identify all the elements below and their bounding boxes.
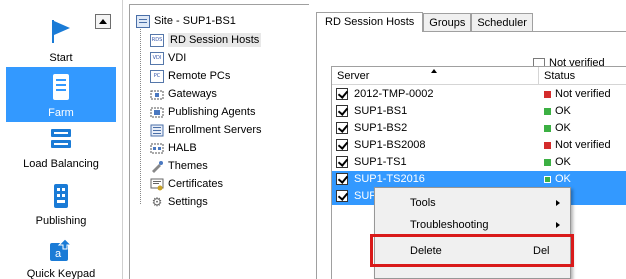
tree-root-label: Site - SUP1-BS1 (154, 15, 236, 27)
nav-publishing[interactable]: Publishing (6, 183, 116, 231)
certificate-icon (150, 178, 164, 190)
table-row[interactable]: SUP1-BS1 OK (332, 103, 626, 120)
row-checkbox[interactable] (336, 122, 348, 134)
nav-quick-keypad[interactable]: a Quick Keypad (6, 238, 116, 279)
row-checkbox[interactable] (336, 105, 348, 117)
nav-start-label: Start (49, 52, 73, 64)
tree-item-label: Settings (168, 196, 208, 208)
table-row[interactable]: SUP1-BS2 OK (332, 120, 626, 137)
table-row[interactable]: 2012-TMP-0002 Not verified (332, 86, 626, 103)
gear-icon: ⚙ (151, 194, 163, 209)
row-checkbox[interactable] (336, 156, 348, 168)
submenu-arrow-icon (556, 222, 560, 228)
tab-rd-session-hosts[interactable]: RD Session Hosts (316, 12, 424, 32)
column-header-status[interactable]: Status (540, 67, 575, 85)
status-ok-icon (544, 108, 551, 115)
status-ok-icon (544, 125, 551, 132)
left-nav: Start Farm Load Balancing Publishing a Q… (0, 0, 123, 279)
tab-scheduler[interactable]: Scheduler (471, 13, 533, 32)
status-error-icon (544, 142, 551, 149)
themes-icon (152, 160, 163, 173)
tree-item-remote-pcs[interactable]: PC Remote PCs (150, 67, 230, 85)
load-balancing-icon (51, 129, 71, 148)
tree-connector (140, 22, 141, 204)
tree-item-certificates[interactable]: Certificates (150, 175, 223, 193)
tree-item-label: Remote PCs (168, 70, 231, 82)
nav-start[interactable]: Start (6, 18, 116, 66)
server-name: SUP1-TS2016 (354, 173, 425, 185)
nav-load-balancing-label: Load Balancing (23, 158, 99, 170)
enrollment-server-icon (150, 124, 164, 136)
row-checkbox[interactable] (336, 88, 348, 100)
menu-item-label: Tools (410, 197, 436, 209)
server-status: Not verified (555, 139, 611, 151)
tree-item-vdi[interactable]: VDI VDI (150, 49, 186, 67)
menu-item-tools[interactable]: Tools (375, 192, 570, 214)
tree-item-gateways[interactable]: Gateways (150, 85, 217, 103)
nav-farm-label: Farm (48, 107, 74, 119)
nav-quick-keypad-label: Quick Keypad (26, 268, 96, 279)
status-ok-icon (544, 176, 551, 183)
server-name: SUP1-BS1 (354, 105, 408, 117)
tree-item-themes[interactable]: Themes (150, 157, 208, 175)
tree-item-label: HALB (168, 142, 197, 154)
tree-item-enrollment-servers[interactable]: Enrollment Servers (150, 121, 262, 139)
status-ok-icon (544, 159, 551, 166)
tree-item-label: Enrollment Servers (168, 124, 262, 136)
delete-highlight-box (370, 234, 574, 267)
tree-item-halb[interactable]: HALB (150, 139, 197, 157)
gateway-icon (150, 90, 164, 99)
site-icon (136, 14, 150, 28)
nav-load-balancing[interactable]: Load Balancing (6, 128, 116, 176)
publishing-icon (54, 184, 68, 208)
tree-item-label: Themes (168, 160, 208, 172)
grid-header: Server Status (332, 67, 626, 85)
tree-item-label: RD Session Hosts (168, 33, 262, 47)
server-name: 2012-TMP-0002 (354, 88, 434, 100)
submenu-arrow-icon (556, 200, 560, 206)
server-icon (53, 74, 69, 100)
tree-item-label: Publishing Agents (168, 106, 256, 118)
keypad-icon: a (50, 238, 73, 261)
server-status: Not verified (555, 88, 611, 100)
menu-item-label: Troubleshooting (410, 219, 489, 231)
status-error-icon (544, 91, 551, 98)
vdi-icon: VDI (150, 51, 164, 65)
sort-ascending-icon (431, 69, 437, 73)
tree-item-rd-session-hosts[interactable]: RDS RD Session Hosts (150, 31, 262, 49)
tab-strip: RD Session Hosts Groups Scheduler (316, 12, 533, 32)
row-checkbox[interactable] (336, 190, 348, 202)
flag-icon (52, 20, 70, 43)
table-row[interactable]: SUP1-TS1 OK (332, 154, 626, 171)
table-row[interactable]: SUP1-BS2008 Not verified (332, 137, 626, 154)
tree-item-label: Gateways (168, 88, 217, 100)
server-status: OK (555, 173, 571, 185)
tab-groups[interactable]: Groups (423, 13, 472, 32)
halb-icon (150, 143, 164, 153)
server-status: OK (555, 122, 571, 134)
row-checkbox[interactable] (336, 139, 348, 151)
publishing-agent-icon (150, 107, 164, 117)
menu-item-troubleshooting[interactable]: Troubleshooting (375, 214, 570, 236)
tree-item-label: Certificates (168, 178, 224, 190)
server-name: SUP1-TS1 (354, 156, 407, 168)
table-row[interactable]: SUP1-TS2016 OK (332, 171, 626, 188)
tree-item-label: VDI (168, 52, 187, 64)
row-checkbox[interactable] (336, 173, 348, 185)
pc-icon: PC (150, 69, 164, 83)
tree-root-site[interactable]: Site - SUP1-BS1 (136, 12, 236, 30)
rds-icon: RDS (150, 33, 164, 47)
svg-text:a: a (55, 248, 62, 260)
server-name: SUP1-BS2008 (354, 139, 426, 151)
tree-item-publishing-agents[interactable]: Publishing Agents (150, 103, 255, 121)
tree-item-settings[interactable]: ⚙ Settings (150, 193, 208, 211)
server-status: OK (555, 156, 571, 168)
nav-publishing-label: Publishing (35, 215, 87, 227)
nav-farm[interactable]: Farm (6, 67, 116, 122)
server-name: SUP1-BS2 (354, 122, 408, 134)
server-status: OK (555, 105, 571, 117)
